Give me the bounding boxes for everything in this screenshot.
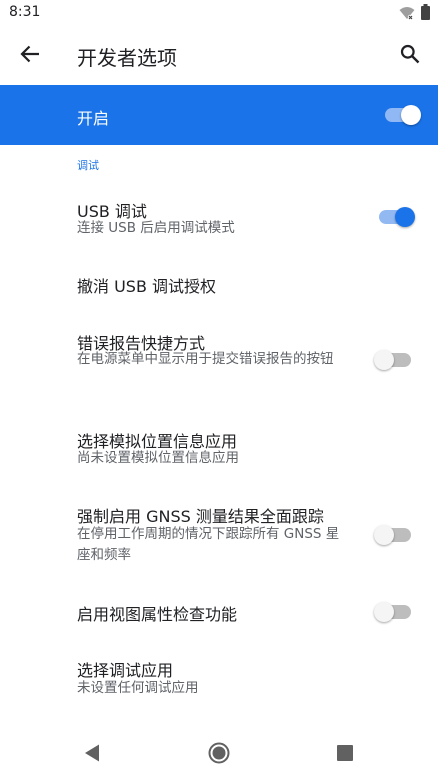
usb-debugging-toggle[interactable] <box>376 205 416 229</box>
pref-summary: 在停用工作周期的情况下跟踪所有 GNSS 星座和频率 <box>77 526 340 563</box>
pref-summary: 在电源菜单中显示用于提交错误报告的按钮 <box>77 351 334 367</box>
nav-home-icon <box>208 742 230 768</box>
pref-force-gnss-measurements[interactable]: 强制启用 GNSS 测量结果全面跟踪 在停用工作周期的情况下跟踪所有 GNSS … <box>0 490 438 575</box>
pref-view-attribute-inspection[interactable]: 启用视图属性检查功能 <box>0 588 438 638</box>
toggle-thumb <box>374 350 394 370</box>
wifi-icon <box>399 5 415 24</box>
arrow-back-icon <box>20 45 40 67</box>
nav-back-button[interactable] <box>78 741 106 769</box>
pref-summary: 尚未设置模拟位置信息应用 <box>77 450 239 466</box>
app-bar: 开发者选项 <box>0 28 438 84</box>
pref-summary: 未设置任何调试应用 <box>77 680 199 696</box>
view-attribute-inspection-toggle[interactable] <box>374 600 414 624</box>
master-switch-label: 开启 <box>77 109 110 128</box>
pref-select-debug-app[interactable]: 选择调试应用 未设置任何调试应用 <box>0 645 438 707</box>
battery-icon <box>421 4 430 24</box>
pref-title: 撤消 USB 调试授权 <box>77 277 217 296</box>
toggle-thumb <box>395 207 415 227</box>
search-button[interactable] <box>394 40 426 72</box>
pref-bug-report-shortcut[interactable]: 错误报告快捷方式 在电源菜单中显示用于提交错误报告的按钮 <box>0 317 438 402</box>
status-bar: 8:31 <box>0 0 438 28</box>
status-icons <box>399 4 430 24</box>
section-header-debugging: 调试 <box>77 159 99 172</box>
nav-recents-icon <box>337 745 353 765</box>
status-time: 8:31 <box>9 4 41 20</box>
pref-summary: 连接 USB 后启用调试模式 <box>77 220 235 236</box>
pref-mock-location-app[interactable]: 选择模拟位置信息应用 尚未设置模拟位置信息应用 <box>0 415 438 477</box>
page-title: 开发者选项 <box>77 46 177 70</box>
nav-home-button[interactable] <box>205 741 233 769</box>
nav-recents-button[interactable] <box>331 741 359 769</box>
toggle-thumb <box>374 525 394 545</box>
navigation-bar <box>0 731 438 779</box>
gnss-measurements-toggle[interactable] <box>374 523 414 547</box>
toggle-thumb <box>374 602 394 622</box>
master-switch-bar[interactable]: 开启 <box>0 85 438 145</box>
master-switch-toggle[interactable] <box>382 103 422 127</box>
search-icon <box>400 44 420 68</box>
back-button[interactable] <box>14 40 46 72</box>
nav-back-icon <box>84 744 100 766</box>
pref-usb-debugging[interactable]: USB 调试 连接 USB 后启用调试模式 <box>0 185 438 247</box>
pref-title: 启用视图属性检查功能 <box>77 605 238 624</box>
bug-report-shortcut-toggle[interactable] <box>374 348 414 372</box>
toggle-thumb <box>401 105 421 125</box>
pref-revoke-usb-auth[interactable]: 撤消 USB 调试授权 <box>0 260 438 310</box>
